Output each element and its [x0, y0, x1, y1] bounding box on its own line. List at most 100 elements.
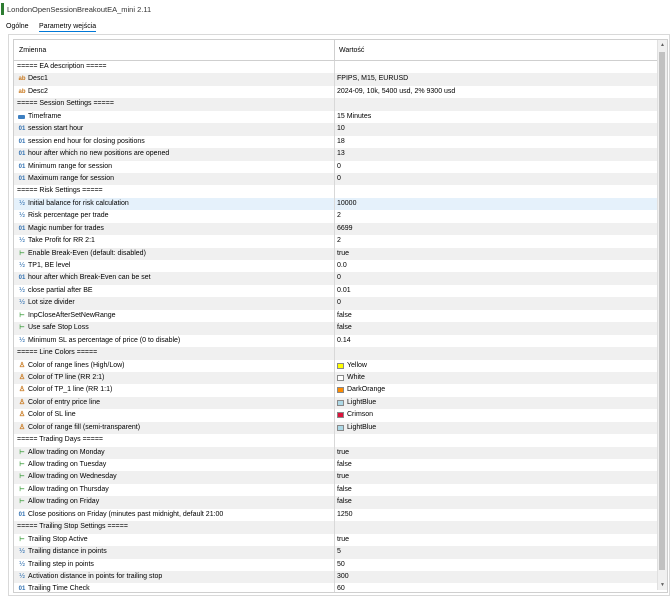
parameter-value-cell[interactable]: false	[335, 310, 657, 322]
parameter-row[interactable]: ⊢ Allow trading on Tuesday false	[14, 459, 657, 472]
parameter-value-cell[interactable]: 18	[335, 136, 657, 148]
parameter-row[interactable]: ⊢ Trailing Stop Active true	[14, 533, 657, 547]
parameter-row[interactable]: 01 hour after which Break-Even can be set…	[14, 272, 657, 285]
parameter-value-cell[interactable]: true	[335, 471, 657, 483]
parameter-value-cell[interactable]: 5	[335, 546, 657, 558]
parameter-value-cell[interactable]: 2	[335, 210, 657, 222]
scrollbar-thumb[interactable]	[659, 52, 665, 570]
parameter-value-cell[interactable]: true	[335, 534, 657, 546]
parameter-value-cell[interactable]: 15 Minutes	[335, 111, 657, 123]
parameter-row[interactable]: ♙ Color of TP line (RR 2:1) White	[14, 371, 657, 385]
color-swatch[interactable]	[337, 412, 344, 419]
color-swatch[interactable]	[337, 374, 344, 381]
parameter-row[interactable]: ½ close partial after BE 0.01	[14, 284, 657, 298]
parameter-value-cell[interactable]: 13	[335, 148, 657, 160]
parameter-row[interactable]: 01 Maximum range for session 0	[14, 172, 657, 186]
parameter-value-cell[interactable]: 0	[335, 161, 657, 173]
parameter-row[interactable]: ½ Lot size divider 0	[14, 297, 657, 310]
parameter-row[interactable]: 01 session start hour 10	[14, 123, 657, 136]
parameter-value-cell[interactable]: true	[335, 248, 657, 260]
tab-input-parameters[interactable]: Parametry wejścia	[39, 23, 97, 32]
parameter-value-cell[interactable]: true	[335, 447, 657, 459]
column-header-variable[interactable]: Zmienna	[19, 47, 46, 54]
section-header-row[interactable]: ===== EA description =====	[14, 61, 657, 74]
parameter-value-cell[interactable]: 0	[335, 272, 657, 284]
parameter-value-cell[interactable]: 2024-09, 10k, 5400 usd, 2% 9300 usd	[335, 86, 657, 98]
parameter-value-cell[interactable]: FPIPS, M15, EURUSD	[335, 73, 657, 85]
parameter-value-cell[interactable]: Crimson	[335, 409, 657, 421]
parameter-value-cell[interactable]: 0	[335, 173, 657, 185]
parameter-value-cell[interactable]: 50	[335, 559, 657, 571]
parameter-row[interactable]: 01 Trailing Time Check 60	[14, 583, 657, 592]
parameter-row[interactable]: 01 Minimum range for session 0	[14, 160, 657, 173]
parameter-value-cell[interactable]: 10	[335, 123, 657, 135]
parameter-value-cell[interactable]: 60	[335, 583, 657, 592]
parameter-value-cell[interactable]: false	[335, 484, 657, 496]
color-swatch[interactable]	[337, 387, 344, 394]
section-header-row[interactable]: ===== Line Colors =====	[14, 347, 657, 360]
parameter-value-cell[interactable]: 0.14	[335, 335, 657, 347]
parameter-value-cell[interactable]: 1250	[335, 509, 657, 521]
section-header-row[interactable]: ===== Trading Days =====	[14, 434, 657, 447]
tab-general[interactable]: Ogólne	[6, 23, 29, 30]
parameter-value-cell[interactable]: 2	[335, 235, 657, 247]
parameter-value-cell[interactable]: 300	[335, 571, 657, 583]
parameter-value-cell[interactable]: LightBlue	[335, 397, 657, 409]
parameter-row[interactable]: Timeframe 15 Minutes	[14, 110, 657, 124]
scroll-up-arrow-icon[interactable]: ▲	[658, 40, 667, 50]
parameter-row[interactable]: ½ Activation distance in points for trail…	[14, 570, 657, 584]
parameter-row[interactable]: ⊢ Enable Break-Even (default: disabled) tr…	[14, 247, 657, 260]
color-swatch[interactable]	[337, 362, 344, 369]
parameter-value-cell[interactable]: false	[335, 459, 657, 471]
parameter-row[interactable]: ♙ Color of range fill (semi-transparent) L…	[14, 421, 657, 435]
section-header-row[interactable]: ===== Trailing Stop Settings =====	[14, 521, 657, 534]
parameter-value-cell[interactable]: 10000	[335, 198, 657, 210]
vertical-scrollbar[interactable]: ▲ ▼	[657, 40, 667, 590]
parameter-row[interactable]: ⊢ Allow trading on Monday true	[14, 446, 657, 459]
section-header-row[interactable]: ===== Risk Settings =====	[14, 185, 657, 198]
parameter-row[interactable]: ½ Initial balance for risk calculation 100…	[14, 197, 657, 211]
parameter-row[interactable]: 01 session end hour for closing positions…	[14, 135, 657, 149]
column-divider[interactable]	[334, 40, 335, 60]
parameter-row[interactable]: ⊢ InpCloseAfterSetNewRange false	[14, 309, 657, 323]
parameter-name: Trailing step in points	[28, 560, 94, 568]
parameter-value-cell[interactable]: Yellow	[335, 360, 657, 372]
parameter-row[interactable]: ½ TP1, BE level 0.0	[14, 260, 657, 273]
parameter-name: Take Profit for RR 2:1	[28, 237, 95, 245]
parameter-row[interactable]: ½ Trailing step in points 50	[14, 558, 657, 571]
parameter-row[interactable]: ½ Take Profit for RR 2:1 2	[14, 235, 657, 248]
color-swatch[interactable]	[337, 424, 344, 431]
parameter-row[interactable]: 01 Close positions on Friday (minutes pas…	[14, 508, 657, 522]
parameter-row[interactable]: ♙ Color of entry price line LightBlue	[14, 396, 657, 410]
parameter-value-cell[interactable]: 0.01	[335, 285, 657, 297]
parameter-row[interactable]: ½ Minimum SL as percentage of price (0 to…	[14, 334, 657, 348]
parameter-value-cell[interactable]: 0.0	[335, 260, 657, 272]
parameter-row[interactable]: ⊢ Allow trading on Friday false	[14, 496, 657, 509]
color-swatch[interactable]	[337, 399, 344, 406]
section-header-row[interactable]: ===== Session Settings =====	[14, 98, 657, 111]
parameter-row[interactable]: ⊢ Allow trading on Wednesday true	[14, 471, 657, 484]
parameter-row[interactable]: ⊢ Allow trading on Thursday false	[14, 483, 657, 497]
parameter-row[interactable]: ♙ Color of SL line Crimson	[14, 409, 657, 422]
parameter-value-cell[interactable]: 6699	[335, 223, 657, 235]
parameter-value-cell[interactable]: LightBlue	[335, 422, 657, 434]
parameter-name-cell: 01 hour after which no new positions are …	[14, 148, 333, 160]
double-type-icon: ½	[19, 336, 25, 344]
parameter-row[interactable]: ½ Trailing distance in points 5	[14, 546, 657, 559]
parameter-row[interactable]: ab Desc1 FPIPS, M15, EURUSD	[14, 73, 657, 86]
parameter-name: Activation distance in points for traili…	[28, 572, 163, 580]
parameter-row[interactable]: ½ Risk percentage per trade 2	[14, 210, 657, 223]
parameter-value-cell[interactable]: DarkOrange	[335, 384, 657, 396]
parameter-value-cell[interactable]: false	[335, 496, 657, 508]
scroll-down-arrow-icon[interactable]: ▼	[658, 580, 667, 590]
parameter-row[interactable]: 01 Magic number for trades 6699	[14, 222, 657, 236]
parameter-row[interactable]: ♙ Color of TP_1 line (RR 1:1) DarkOrange	[14, 384, 657, 397]
parameter-row[interactable]: ab Desc2 2024-09, 10k, 5400 usd, 2% 9300 u…	[14, 85, 657, 99]
parameter-value-cell[interactable]: false	[335, 322, 657, 334]
parameter-row[interactable]: ⊢ Use safe Stop Loss false	[14, 322, 657, 335]
parameter-value-cell[interactable]: 0	[335, 297, 657, 309]
column-header-value[interactable]: Wartość	[339, 47, 364, 54]
parameter-row[interactable]: ♙ Color of range lines (High/Low) Yellow	[14, 359, 657, 372]
parameter-value-cell[interactable]: White	[335, 372, 657, 384]
parameter-row[interactable]: 01 hour after which no new positions are …	[14, 148, 657, 161]
